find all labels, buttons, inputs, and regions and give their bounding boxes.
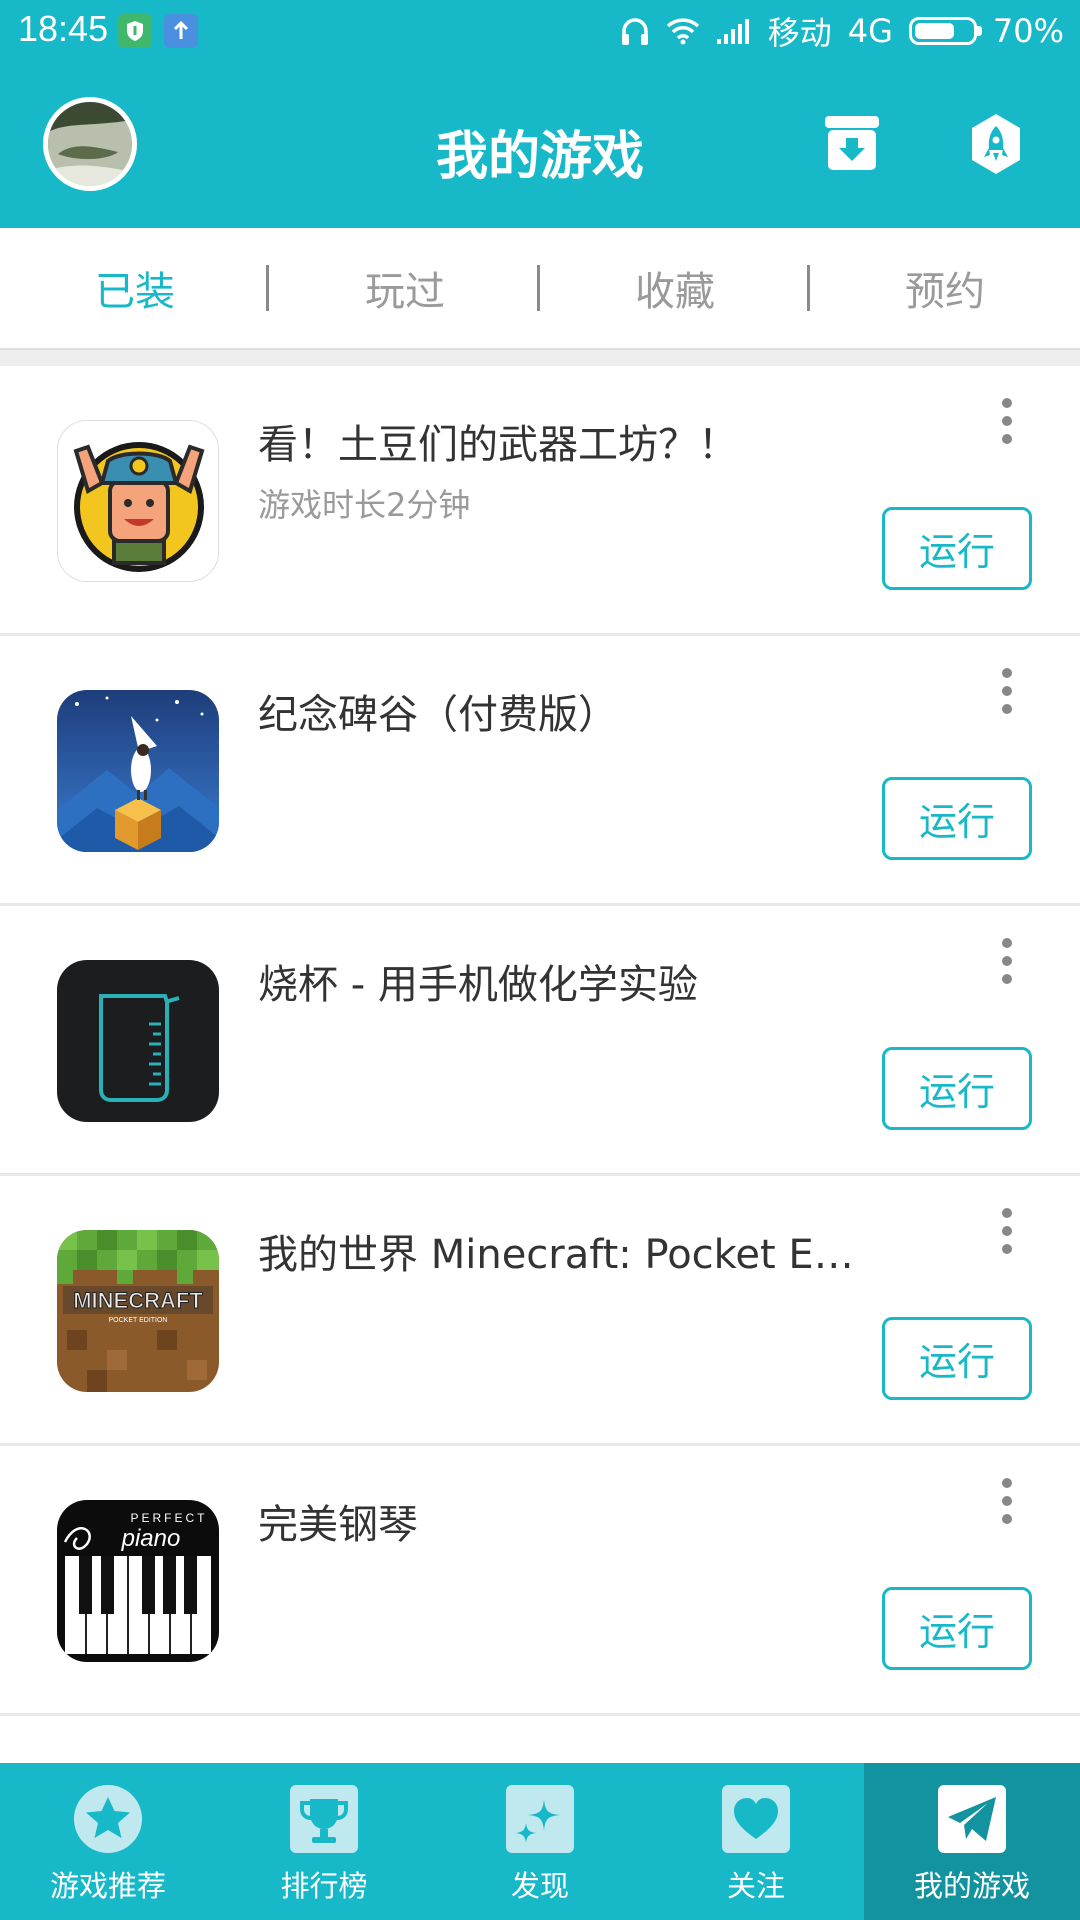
app-header: 我的游戏 xyxy=(0,62,1080,228)
tab-favorites[interactable]: 收藏 xyxy=(540,228,810,348)
status-bar: 18:45 移动 4G 70% xyxy=(0,0,1080,62)
more-options-icon[interactable] xyxy=(992,396,1022,446)
run-button[interactable]: 运行 xyxy=(882,777,1032,860)
svg-text:piano: piano xyxy=(121,1525,181,1552)
monument-valley-icon xyxy=(57,690,219,852)
bottom-nav: 游戏推荐 排行榜 发现 关注 我的游戏 xyxy=(0,1763,1080,1920)
game-title: 纪念碑谷（付费版） xyxy=(258,692,618,738)
run-button[interactable]: 运行 xyxy=(882,1047,1032,1130)
tab-reservations[interactable]: 预约 xyxy=(810,228,1080,348)
piano-icon: PERFECT piano xyxy=(57,1500,219,1662)
nav-label: 发现 xyxy=(510,1869,569,1903)
screen: 18:45 移动 4G 70% 我的游戏 已装 玩过 收藏 预约 看！土豆们的武… xyxy=(0,0,1080,1920)
download-box-icon[interactable] xyxy=(820,112,884,176)
more-options-icon[interactable] xyxy=(992,666,1022,716)
tab-installed[interactable]: 已装 xyxy=(0,228,270,348)
game-item[interactable]: 纪念碑谷（付费版） 运行 xyxy=(0,636,1080,906)
battery-percent: 70% xyxy=(992,12,1064,50)
heart-icon xyxy=(722,1785,790,1853)
run-button[interactable]: 运行 xyxy=(882,1317,1032,1400)
beaker-icon xyxy=(57,960,219,1122)
signal-icon xyxy=(716,17,752,45)
more-options-icon[interactable] xyxy=(992,936,1022,986)
trophy-icon xyxy=(290,1785,358,1853)
tab-divider xyxy=(266,265,269,311)
svg-text:MINECRAFT: MINECRAFT xyxy=(73,1288,203,1313)
section-gap xyxy=(0,350,1080,366)
nav-label: 关注 xyxy=(726,1869,785,1903)
run-button[interactable]: 运行 xyxy=(882,507,1032,590)
game-title: 我的世界 Minecraft: Pocket Ed... xyxy=(258,1232,858,1278)
game-list: 看！土豆们的武器工坊？！ 游戏时长2分钟 运行 纪念碑谷（付费版） 运行 烧杯 … xyxy=(0,366,1080,1786)
status-time: 18:45 xyxy=(18,8,109,49)
game-item[interactable]: PERFECT piano 完美钢琴 运行 xyxy=(0,1446,1080,1716)
wifi-icon xyxy=(666,17,700,45)
game-playtime: 游戏时长2分钟 xyxy=(258,486,471,524)
carrier-label: 移动 xyxy=(767,14,832,52)
nav-rankings[interactable]: 排行榜 xyxy=(216,1763,432,1920)
svg-text:POCKET EDITION: POCKET EDITION xyxy=(109,1317,168,1324)
game-title: 完美钢琴 xyxy=(258,1502,418,1548)
minecraft-icon: MINECRAFT POCKET EDITION xyxy=(57,1230,219,1392)
game-item[interactable]: MINECRAFT POCKET EDITION 我的世界 Minecraft:… xyxy=(0,1176,1080,1446)
svg-text:PERFECT: PERFECT xyxy=(130,1511,207,1525)
battery-icon xyxy=(908,17,982,45)
game-title: 看！土豆们的武器工坊？！ xyxy=(258,422,738,468)
more-options-icon[interactable] xyxy=(992,1206,1022,1256)
game-item[interactable]: 看！土豆们的武器工坊？！ 游戏时长2分钟 运行 xyxy=(0,366,1080,636)
nav-label: 排行榜 xyxy=(280,1869,368,1903)
page-title: 我的游戏 xyxy=(435,127,644,187)
more-options-icon[interactable] xyxy=(992,1476,1022,1526)
shield-icon xyxy=(118,14,152,48)
tab-bar: 已装 玩过 收藏 预约 xyxy=(0,228,1080,350)
headphones-icon xyxy=(620,15,650,47)
rocket-icon[interactable] xyxy=(964,112,1028,176)
paper-plane-icon xyxy=(938,1785,1006,1853)
nav-label: 游戏推荐 xyxy=(49,1869,166,1903)
game-title: 烧杯 - 用手机做化学实验 xyxy=(258,962,698,1008)
status-right: 移动 4G 70% xyxy=(620,8,1064,54)
sparkle-icon xyxy=(506,1785,574,1853)
potato-cowboy-icon xyxy=(57,420,219,582)
nav-label: 我的游戏 xyxy=(913,1869,1030,1903)
network-type: 4G xyxy=(847,12,893,50)
nav-game-recommend[interactable]: 游戏推荐 xyxy=(0,1763,216,1920)
upload-arrow-icon xyxy=(164,14,198,48)
nav-discover[interactable]: 发现 xyxy=(432,1763,648,1920)
nav-follow[interactable]: 关注 xyxy=(648,1763,864,1920)
star-icon xyxy=(74,1785,142,1853)
game-item[interactable]: 烧杯 - 用手机做化学实验 运行 xyxy=(0,906,1080,1176)
run-button[interactable]: 运行 xyxy=(882,1587,1032,1670)
tab-played[interactable]: 玩过 xyxy=(270,228,540,348)
nav-my-games[interactable]: 我的游戏 xyxy=(864,1763,1080,1920)
